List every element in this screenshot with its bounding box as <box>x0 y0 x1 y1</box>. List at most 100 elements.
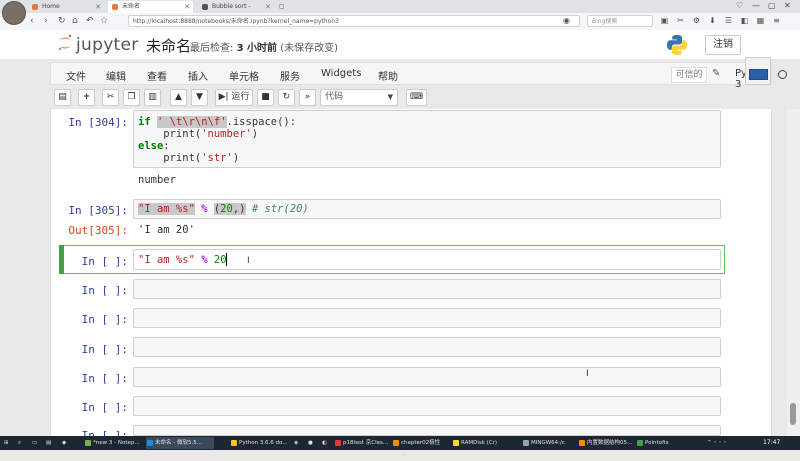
widget-inner <box>749 69 768 80</box>
browser-tab-wikipedia[interactable]: Bubble sort - Wikipedia ✕ <box>198 1 274 22</box>
trusted-indicator[interactable]: 可信的 <box>671 67 707 83</box>
url-input[interactable]: http://localhost:8888/notebooks/未命名.ipyn… <box>128 15 580 27</box>
restart-icon[interactable]: ↻ <box>278 89 295 106</box>
interrupt-icon[interactable]: ■ <box>257 89 274 106</box>
start-icon[interactable]: ⊞ <box>2 437 14 449</box>
app-icon[interactable]: ● <box>306 437 318 449</box>
screenshot-icon[interactable]: ▣ <box>660 16 669 25</box>
jupyter-logo-text[interactable]: jupyter <box>76 35 139 55</box>
back-icon[interactable]: ‹ <box>30 15 34 27</box>
browser-icon <box>147 440 153 446</box>
cell-prompt: In [305]: <box>68 204 128 217</box>
menu-edit[interactable]: 编辑 <box>106 68 126 83</box>
taskbar-item-builtin[interactable]: 内置数据结构05... <box>578 437 634 449</box>
jupyter-logo-icon[interactable] <box>57 33 73 53</box>
move-up-icon[interactable]: ▲ <box>170 89 187 106</box>
keyboard-icon[interactable]: ⌨ <box>406 89 427 106</box>
browser-tab-notebook[interactable]: 未命名 ✕ <box>108 1 193 13</box>
restart-run-all-icon[interactable]: » <box>299 89 316 106</box>
code-line: if ' \t\r\n\f'.isspace(): <box>138 116 297 128</box>
taskbar-item-pointofix[interactable]: Pointofix <box>636 437 680 449</box>
page-scrollbar[interactable] <box>787 109 800 436</box>
cell-prompt: In [ ]: <box>81 255 128 268</box>
cell-prompt: In [ ]: <box>81 401 128 414</box>
eye-icon[interactable]: ◉ <box>562 16 571 25</box>
cell-prompt: In [ ]: <box>81 372 128 385</box>
browser-search-input[interactable]: Bing搜索 <box>587 15 653 27</box>
code-cell-input[interactable] <box>133 396 721 416</box>
close-window-icon[interactable]: ✕ <box>784 0 791 12</box>
menu-insert[interactable]: 插入 <box>188 68 208 83</box>
taskbar-item-ramdisk[interactable]: RAMDisk (Cr) <box>452 437 502 449</box>
menu-help[interactable]: 帮助 <box>378 68 398 83</box>
history-icon[interactable]: ☰ <box>724 16 733 25</box>
insert-cell-icon[interactable]: + <box>78 89 95 106</box>
task-view-icon[interactable]: ▭ <box>30 437 42 449</box>
code-cell-input[interactable] <box>133 367 721 387</box>
system-tray[interactable]: ⌃ ◦ ◦ ◦ <box>705 437 755 449</box>
code-cell-input[interactable] <box>133 337 721 357</box>
cell-prompt: In [ ]: <box>81 343 128 356</box>
cell-output: 'I am 20' <box>138 224 195 236</box>
code-line: "I am %s" % (20,) # str(20) <box>138 203 309 215</box>
taskbar-item-browser[interactable]: 未命名 - 微软5.5... <box>146 437 214 449</box>
download-icon[interactable]: ⬇ <box>708 16 717 25</box>
copy-icon[interactable]: ❐ <box>123 89 140 106</box>
menu-kernel[interactable]: 服务 <box>280 68 300 83</box>
vscode-icon[interactable]: ◈ <box>292 437 304 449</box>
maximize-icon[interactable]: ▢ <box>768 0 776 12</box>
app-icon[interactable]: ◆ <box>60 437 72 449</box>
bookmark-icon[interactable]: ✂ <box>676 16 685 25</box>
app-icon[interactable]: ◐ <box>320 437 332 449</box>
menu-icon[interactable]: ≡ <box>772 16 781 25</box>
cut-icon[interactable]: ✂ <box>102 89 119 106</box>
taskbar-item-notepad[interactable]: *new 3 - Notep... <box>84 437 142 449</box>
tab-close-icon[interactable]: ✕ <box>95 1 101 13</box>
taskbar-item-mingw[interactable]: MINGW64:/c <box>522 437 576 449</box>
scrollbar-thumb[interactable] <box>790 403 796 425</box>
checkpoint-status: 最后检查: 3 小时前 (未保存改变) <box>190 43 339 54</box>
user-avatar <box>2 1 26 25</box>
save-icon[interactable]: ▤ <box>54 89 71 106</box>
search-icon[interactable]: ⌕ <box>16 437 28 449</box>
menu-file[interactable]: 文件 <box>66 68 86 83</box>
taskbar-item-python[interactable]: Python 3.6.6 do... <box>230 437 290 449</box>
home-icon[interactable]: ⌂ <box>72 15 78 27</box>
cell-output: number <box>138 174 176 186</box>
pencil-icon[interactable]: ✎ <box>712 68 720 79</box>
translate-icon[interactable]: ⚙ <box>692 16 701 25</box>
move-down-icon[interactable]: ▼ <box>191 89 208 106</box>
forward-icon[interactable]: › <box>44 15 48 27</box>
code-cell-input[interactable] <box>133 308 721 328</box>
run-button[interactable]: ▶| 运行 <box>215 89 253 106</box>
menubar: 文件 编辑 查看 插入 单元格 服务 Widgets 帮助 可信的 ✎ Pyth… <box>50 62 787 90</box>
tab-close-icon[interactable]: ✕ <box>184 1 190 13</box>
extensions-icon[interactable]: ◧ <box>740 16 749 25</box>
chevron-down-icon: ▼ <box>387 93 393 101</box>
side-widget[interactable] <box>745 57 771 85</box>
menu-view[interactable]: 查看 <box>147 68 167 83</box>
undo-icon[interactable]: ↶ <box>86 15 94 27</box>
address-bar: ‹ › ↻ ⌂ ↶ ☆ http://localhost:8888/notebo… <box>0 13 800 31</box>
refresh-icon[interactable]: ↻ <box>58 15 66 27</box>
browser-tab-home[interactable]: Home ✕ <box>28 1 104 13</box>
new-tab-button[interactable]: ▢ <box>276 1 290 13</box>
grid-icon[interactable]: ▦ <box>756 16 765 25</box>
tab-close-icon[interactable]: ✕ <box>265 1 271 13</box>
menu-cell[interactable]: 单元格 <box>229 68 259 83</box>
cell-type-select[interactable]: 代码 ▼ <box>320 89 398 106</box>
taskbar-item-chapter02[interactable]: chapter02极性数... <box>392 437 450 458</box>
logout-button[interactable]: 注销 <box>705 35 741 55</box>
taskbar-item-p18test[interactable]: p18test 京Cles... <box>334 437 390 449</box>
favorite-star-icon[interactable]: ☆ <box>100 15 108 27</box>
notebook-name[interactable]: 未命名 <box>146 35 191 56</box>
code-line: print('str') <box>138 152 240 164</box>
code-cell-input[interactable] <box>133 425 721 436</box>
cell-prompt: In [304]: <box>68 116 128 129</box>
menu-widgets[interactable]: Widgets <box>321 68 361 79</box>
window-menu-icon[interactable]: ♡ <box>736 0 743 12</box>
paste-icon[interactable]: ▥ <box>144 89 161 106</box>
minimize-icon[interactable]: — <box>752 0 760 12</box>
explorer-icon[interactable]: ▤ <box>44 437 56 449</box>
code-cell-input[interactable] <box>133 279 721 299</box>
